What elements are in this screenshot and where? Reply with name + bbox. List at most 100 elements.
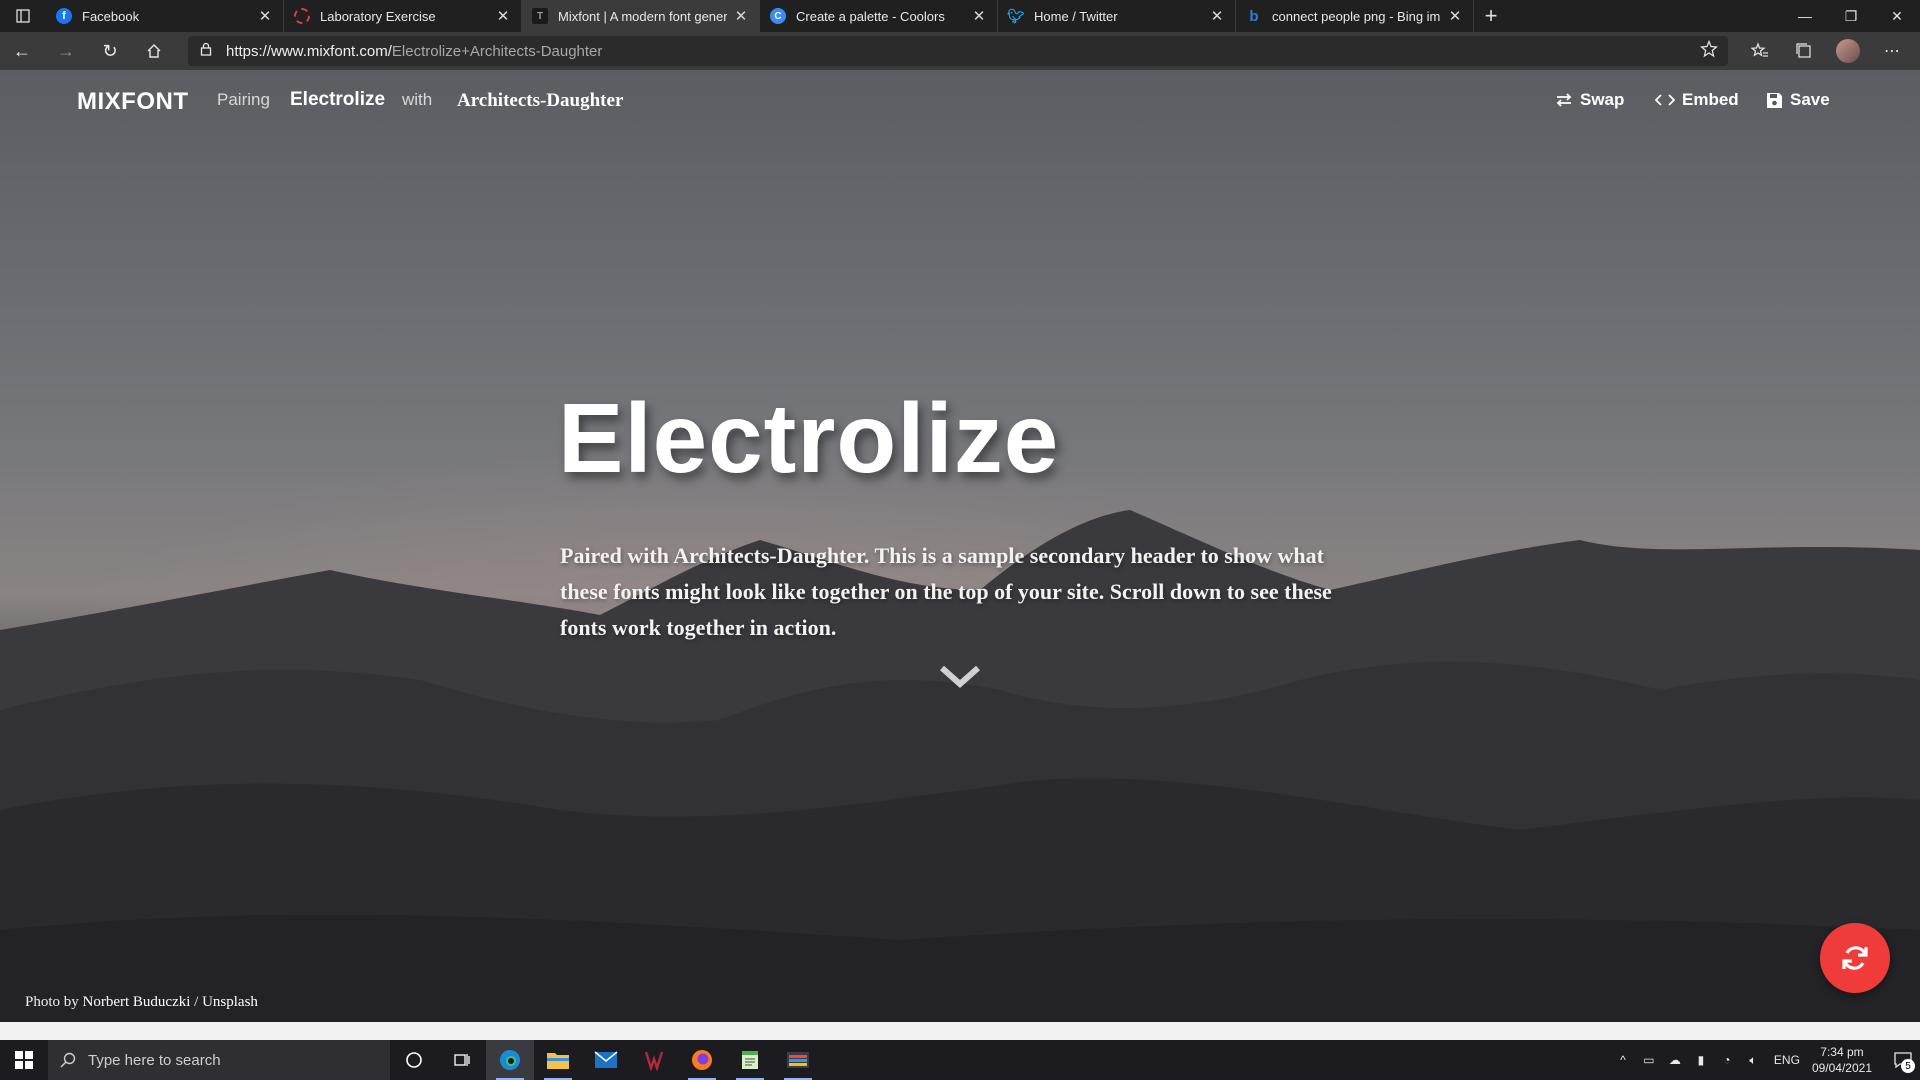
task-view-icon[interactable] xyxy=(438,1040,486,1080)
tab-title: Facebook xyxy=(82,8,140,24)
clock-time: 7:34 pm xyxy=(1820,1045,1864,1059)
notification-center-icon[interactable]: 5 xyxy=(1886,1040,1920,1080)
page-bottom-strip xyxy=(0,1022,1920,1040)
cortana-icon[interactable] xyxy=(390,1040,438,1080)
volume-icon[interactable]: 🔈︎ xyxy=(1741,1053,1765,1068)
tab-close-icon[interactable]: ✕ xyxy=(1209,7,1225,25)
restore-icon[interactable]: ❐ xyxy=(1828,0,1874,32)
mixfont-page: MIXFONT Pairing Electrolize with Archite… xyxy=(0,70,1920,1022)
tab-close-icon[interactable]: ✕ xyxy=(495,7,511,25)
browser-tab-strip: f Facebook ✕ Laboratory Exercise ✕ T Mix… xyxy=(0,0,1920,32)
with-label: with xyxy=(402,90,433,109)
mail-icon[interactable] xyxy=(582,1040,630,1080)
url-host: https://www.mixfont.com/ xyxy=(226,42,392,60)
mixfont-icon: T xyxy=(532,8,548,24)
lock-icon[interactable] xyxy=(200,42,212,60)
window-controls: — ❐ ✕ xyxy=(1782,0,1920,32)
tab-title: connect people png - Bing imag xyxy=(1272,8,1441,24)
firefox-icon[interactable] xyxy=(678,1040,726,1080)
tab-title: Home / Twitter xyxy=(1034,8,1118,24)
clock[interactable]: 7:34 pm 09/04/2021 xyxy=(1812,1044,1872,1076)
file-explorer-icon[interactable] xyxy=(534,1040,582,1080)
mixfont-logo[interactable]: MIXFONT xyxy=(77,88,189,116)
tab-mixfont[interactable]: T Mixfont | A modern font generat ✕ xyxy=(522,0,760,32)
credit-author-link[interactable]: Norbert Buduczki xyxy=(83,994,191,1010)
more-menu-icon[interactable]: ⋯ xyxy=(1870,32,1914,70)
site-header: MIXFONT Pairing Electrolize with Archite… xyxy=(0,70,1920,130)
circle-dashed-icon xyxy=(294,8,310,24)
windows-start-icon[interactable] xyxy=(0,1040,48,1080)
system-tray: ^ ▭ ☁ ▮ ◔ 🔈︎ ENG 7:34 pm 09/04/2021 5 xyxy=(1610,1040,1920,1080)
favorite-star-icon[interactable] xyxy=(1700,39,1718,62)
tab-close-icon[interactable]: ✕ xyxy=(1447,7,1463,25)
chevron-up-icon[interactable]: ^ xyxy=(1611,1053,1635,1067)
swap-label: Swap xyxy=(1580,90,1625,109)
search-placeholder: Type here to search xyxy=(88,1051,221,1069)
photo-credit: Photo by Norbert Buduczki / Unsplash xyxy=(25,994,258,1011)
favorites-icon[interactable] xyxy=(1738,32,1782,70)
forward-icon[interactable]: → xyxy=(44,32,88,70)
pairing-label: Pairing xyxy=(217,90,270,109)
tab-actions-menu-icon[interactable] xyxy=(0,0,46,32)
profile-avatar[interactable] xyxy=(1836,39,1860,63)
browser-toolbar: ← → ↻ https://www.mixfont.com/Electroliz… xyxy=(0,32,1920,70)
meet-now-icon[interactable]: ▭ xyxy=(1637,1053,1661,1067)
coolors-icon: C xyxy=(770,8,786,24)
language-indicator[interactable]: ENG xyxy=(1774,1053,1800,1067)
home-icon[interactable] xyxy=(132,32,176,70)
windows-taskbar: Type here to search ^ ▭ ☁ ▮ ◔ 🔈︎ ENG 7:3… xyxy=(0,1040,1920,1080)
minimize-icon[interactable]: — xyxy=(1782,0,1828,32)
hero-title: Electrolize xyxy=(558,383,1060,493)
embed-button[interactable]: Embed xyxy=(1655,90,1739,110)
battery-icon[interactable]: ▮ xyxy=(1689,1053,1713,1067)
game-launcher-icon[interactable] xyxy=(630,1040,678,1080)
address-bar[interactable]: https://www.mixfont.com/Electrolize+Arch… xyxy=(188,36,1728,66)
tab-title: Laboratory Exercise xyxy=(320,8,436,24)
clock-date: 09/04/2021 xyxy=(1811,1061,1872,1075)
tab-twitter[interactable]: 🐦︎ Home / Twitter ✕ xyxy=(998,0,1236,32)
edge-browser-icon[interactable] xyxy=(486,1040,534,1080)
close-window-icon[interactable]: ✕ xyxy=(1874,0,1920,32)
toolbar-right: ⋯ xyxy=(1738,32,1914,70)
code-icon xyxy=(1655,94,1675,106)
primary-font-selector[interactable]: Electrolize xyxy=(290,89,385,111)
tab-close-icon[interactable]: ✕ xyxy=(733,7,749,25)
tab-bing[interactable]: b connect people png - Bing imag ✕ xyxy=(1236,0,1474,32)
media-player-icon[interactable] xyxy=(774,1040,822,1080)
floppy-disk-icon xyxy=(1767,92,1782,108)
scroll-down-chevron-icon[interactable] xyxy=(938,664,982,695)
notification-count-badge: 5 xyxy=(1901,1059,1915,1073)
notepad-app-icon[interactable] xyxy=(726,1040,774,1080)
tab-close-icon[interactable]: ✕ xyxy=(971,7,987,25)
secondary-font-selector[interactable]: Architects-Daughter xyxy=(457,90,623,112)
hero-subtitle: Paired with Architects-Daughter. This is… xyxy=(560,543,1332,640)
facebook-icon: f xyxy=(56,8,72,24)
twitter-icon: 🐦︎ xyxy=(1007,7,1025,24)
swap-icon xyxy=(1556,93,1572,107)
tab-coolors[interactable]: C Create a palette - Coolors ✕ xyxy=(760,0,998,32)
save-label: Save xyxy=(1790,90,1830,109)
onedrive-cloud-icon[interactable]: ☁ xyxy=(1663,1053,1687,1067)
new-tab-button[interactable]: + xyxy=(1474,0,1508,32)
credit-prefix: Photo by xyxy=(25,994,83,1010)
shuffle-refresh-button[interactable] xyxy=(1820,923,1890,993)
tab-title: Create a palette - Coolors xyxy=(796,8,945,24)
refresh-icon xyxy=(1842,946,1868,970)
taskbar-search-input[interactable]: Type here to search xyxy=(48,1040,390,1080)
url-path: Electrolize+Architects-Daughter xyxy=(391,42,603,60)
reload-icon[interactable]: ↻ xyxy=(88,32,132,70)
embed-label: Embed xyxy=(1682,90,1739,109)
search-icon xyxy=(60,1052,76,1068)
tab-facebook[interactable]: f Facebook ✕ xyxy=(46,0,284,32)
bing-icon: b xyxy=(1249,7,1259,25)
save-button[interactable]: Save xyxy=(1766,90,1830,110)
wifi-icon[interactable]: ◔ xyxy=(1715,1053,1739,1067)
credit-separator: / xyxy=(190,994,203,1010)
tab-laboratory-exercise[interactable]: Laboratory Exercise ✕ xyxy=(284,0,522,32)
back-icon[interactable]: ← xyxy=(0,32,44,70)
tab-close-icon[interactable]: ✕ xyxy=(257,7,273,25)
swap-button[interactable]: Swap xyxy=(1555,90,1624,110)
collections-icon[interactable] xyxy=(1782,32,1826,70)
tab-title: Mixfont | A modern font generat xyxy=(558,8,727,24)
credit-source-link[interactable]: Unsplash xyxy=(202,994,258,1010)
